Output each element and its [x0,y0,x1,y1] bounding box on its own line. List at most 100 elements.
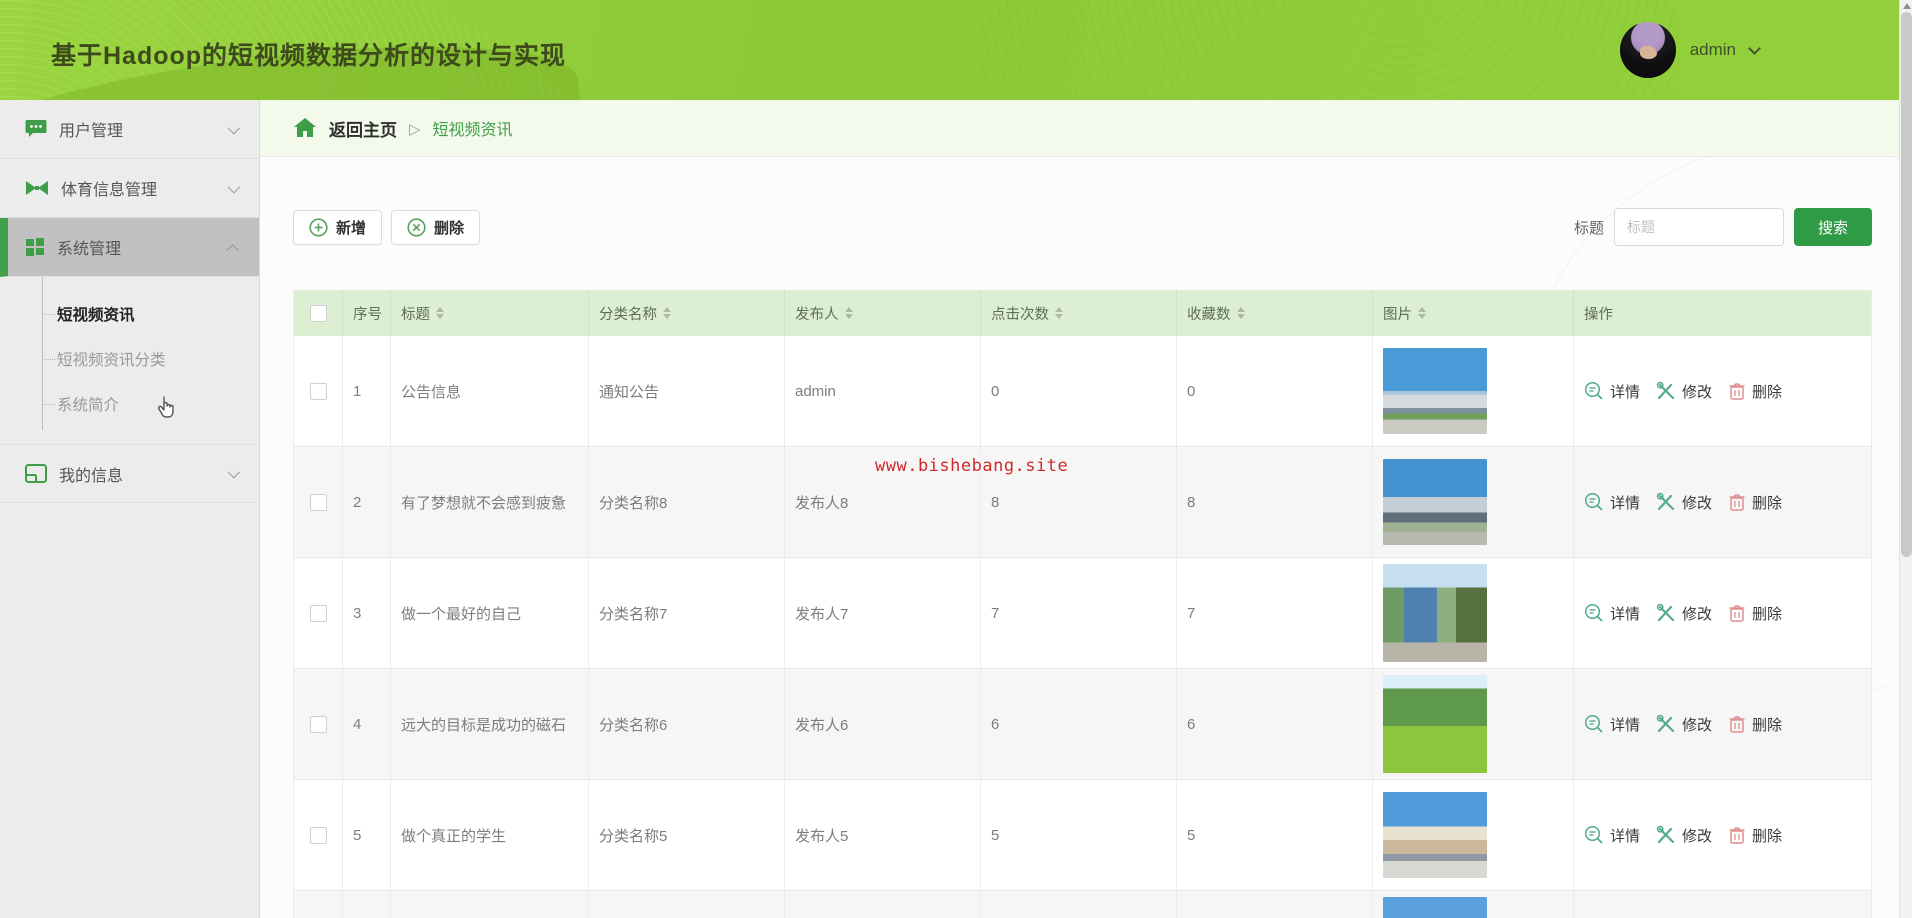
cell-clicks: 6 [981,669,1177,779]
chevron-down-icon [227,465,241,479]
breadcrumb-separator-icon: ▷ [409,120,421,138]
sort-icon[interactable] [1236,307,1245,319]
edit-icon [1656,825,1675,844]
cell-no: 2 [343,447,391,557]
sort-icon[interactable] [1055,307,1063,319]
action-edit-link[interactable]: 修改 [1656,603,1712,624]
sidebar-item-system-management[interactable]: 系统管理 [0,218,259,277]
action-delete-link[interactable]: 删除 [1728,714,1782,735]
action-edit-link[interactable]: 修改 [1656,381,1712,402]
action-edit-link[interactable]: 修改 [1656,492,1712,513]
row-checkbox[interactable] [309,604,327,622]
sort-icon[interactable] [844,307,853,319]
subitem-label: 短视频资讯分类 [57,351,166,369]
cell-image [1373,558,1574,668]
action-delete-link[interactable]: 删除 [1728,381,1782,402]
app-title: 基于Hadoop的短视频数据分析的设计与实现 [51,42,567,70]
action-delete-link[interactable]: 删除 [1728,492,1782,513]
header-swirl-decoration [980,0,1680,100]
col-header-publisher[interactable]: 发布人 [785,290,981,336]
thumbnail-image [1383,675,1487,773]
row-checkbox[interactable] [309,382,327,400]
table-row: 4 远大的目标是成功的磁石 分类名称6 发布人6 6 6 详情 修改 删除 [294,669,1871,780]
action-detail-link[interactable]: 详情 [1584,825,1640,846]
system-management-submenu: 短视频资讯 短视频资讯分类 系统简介 [0,277,259,444]
action-detail-link[interactable]: 详情 [1584,714,1640,735]
select-all-cell [294,290,343,336]
subitem-label: 系统简介 [57,396,120,414]
sort-icon[interactable] [436,307,444,319]
cell-category: 通知公告 [589,336,785,446]
breadcrumb-home-link[interactable]: 返回主页 [329,116,397,141]
scrollbar[interactable] [1899,0,1912,918]
cell-no: 4 [343,669,391,779]
cell-actions: 详情 修改 删除 [1574,669,1873,779]
cell-actions [1574,891,1873,918]
cell-category: 分类名称7 [589,558,785,668]
username: admin [1689,40,1736,59]
sidebar-item-my-info[interactable]: 我的信息 [0,444,259,503]
row-checkbox[interactable] [309,493,327,511]
col-header-category[interactable]: 分类名称 [589,290,785,336]
action-edit-link[interactable]: 修改 [1656,714,1712,735]
home-icon[interactable] [293,117,317,139]
action-detail-link[interactable]: 详情 [1584,381,1640,402]
action-delete-link[interactable]: 删除 [1728,603,1782,624]
add-button[interactable]: 新增 [293,209,383,245]
search-zone: 标题 搜索 [1574,208,1872,246]
search-button[interactable]: 搜索 [1794,208,1872,246]
search-input[interactable] [1614,208,1784,246]
scrollbar-up-arrow-icon[interactable] [1903,3,1911,9]
action-detail-link[interactable]: 详情 [1584,603,1640,624]
sidebar-subitem-system-intro[interactable]: 系统简介 [0,381,259,426]
table-row: 5 做个真正的学生 分类名称5 发布人5 5 5 详情 修改 删除 [294,780,1871,891]
cell-actions: 详情 修改 删除 [1574,447,1873,557]
cell-clicks: 7 [981,558,1177,668]
cell-actions: 详情 修改 删除 [1574,558,1873,668]
cell-title: 做个真正的学生 [391,780,589,890]
col-header-favorites[interactable]: 收藏数 [1177,290,1373,336]
delete-button[interactable]: 删除 [391,209,481,245]
user-menu[interactable]: admin [1619,22,1761,78]
col-header-clicks[interactable]: 点击次数 [981,290,1177,336]
delete-button-label: 删除 [434,219,465,237]
table-row [294,891,1871,918]
chevron-down-icon [227,180,241,193]
avatar[interactable] [1619,22,1676,78]
edit-icon [1656,603,1675,622]
cell-title: 有了梦想就不会感到疲惫 [391,447,589,557]
cell-image [1373,336,1574,446]
checkbox-cell [294,891,343,918]
col-header-image[interactable]: 图片 [1373,290,1574,336]
x-circle-icon [407,217,426,237]
trash-icon [1729,494,1745,511]
cell-title: 做一个最好的自己 [391,558,589,668]
thumbnail-image [1383,897,1487,918]
sidebar-item-sports-info-management[interactable]: 体育信息管理 [0,159,259,218]
sidebar-item-user-management[interactable]: 用户管理 [0,100,259,159]
col-header-title[interactable]: 标题 [391,290,589,336]
action-edit-link[interactable]: 修改 [1656,825,1712,846]
thumbnail-image [1383,792,1487,878]
sidebar-subitem-video-news[interactable]: 短视频资讯 [0,291,259,336]
sidebar-subitem-video-news-category[interactable]: 短视频资讯分类 [0,336,259,381]
detail-icon [1584,825,1603,844]
breadcrumb: 返回主页 ▷ 短视频资讯 [260,100,1899,157]
action-delete-link[interactable]: 删除 [1728,825,1782,846]
cell-favorites: 8 [1177,447,1373,557]
scrollbar-thumb[interactable] [1901,12,1912,557]
select-all-checkbox[interactable] [309,304,327,322]
cell-no: 1 [343,336,391,446]
sort-icon[interactable] [663,307,671,319]
cell-favorites [1177,891,1373,918]
chevron-down-icon [227,121,241,134]
table-row: 1 公告信息 通知公告 admin 0 0 详情 修改 删除 [294,336,1871,447]
cell-clicks: 0 [981,336,1177,446]
sort-icon[interactable] [1418,307,1426,319]
action-detail-link[interactable]: 详情 [1584,492,1640,513]
sports-icon [26,181,48,195]
cell-title: 公告信息 [391,336,589,446]
cell-actions: 详情 修改 删除 [1574,780,1873,890]
row-checkbox[interactable] [309,715,327,733]
row-checkbox[interactable] [309,826,327,844]
